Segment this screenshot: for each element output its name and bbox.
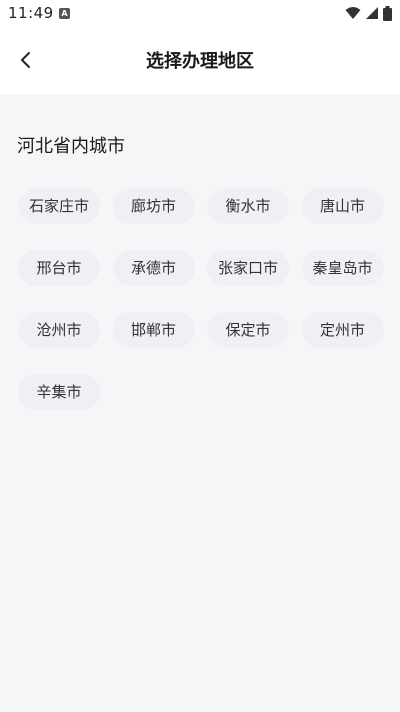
city-chip[interactable]: 唐山市: [301, 188, 384, 224]
region-content: 河北省内城市 石家庄市 廊坊市 衡水市 唐山市邢台市 承德市 张家口市 秦皇岛市沧州市 邯郸市…: [0, 94, 400, 712]
status-bar: 11:49 A: [0, 0, 400, 28]
city-chip[interactable]: 廊坊市: [112, 188, 195, 224]
city-chip[interactable]: 保定市: [207, 312, 289, 348]
wifi-icon: [345, 7, 361, 19]
city-chip[interactable]: 石家庄市: [18, 188, 100, 224]
app-header: 选择办理地区: [0, 28, 400, 92]
city-chip[interactable]: 沧州市: [18, 312, 100, 348]
section-title: 河北省内城市: [17, 136, 125, 157]
city-chip[interactable]: 承德市: [112, 250, 195, 286]
city-chip[interactable]: 张家口市: [207, 250, 289, 286]
status-icons: [345, 5, 392, 21]
city-chip[interactable]: 衡水市: [207, 188, 289, 224]
notification-icon: A: [59, 8, 70, 19]
signal-icon: [366, 7, 378, 19]
city-chip[interactable]: 邯郸市: [112, 312, 195, 348]
city-chip[interactable]: 秦皇岛市: [301, 250, 384, 286]
page-title: 选择办理地区: [146, 51, 254, 72]
status-time: 11:49: [8, 4, 54, 22]
city-chip[interactable]: 辛集市: [18, 374, 100, 410]
city-chip[interactable]: 定州市: [301, 312, 384, 348]
battery-icon: [383, 5, 392, 21]
city-chip[interactable]: 邢台市: [18, 250, 100, 286]
